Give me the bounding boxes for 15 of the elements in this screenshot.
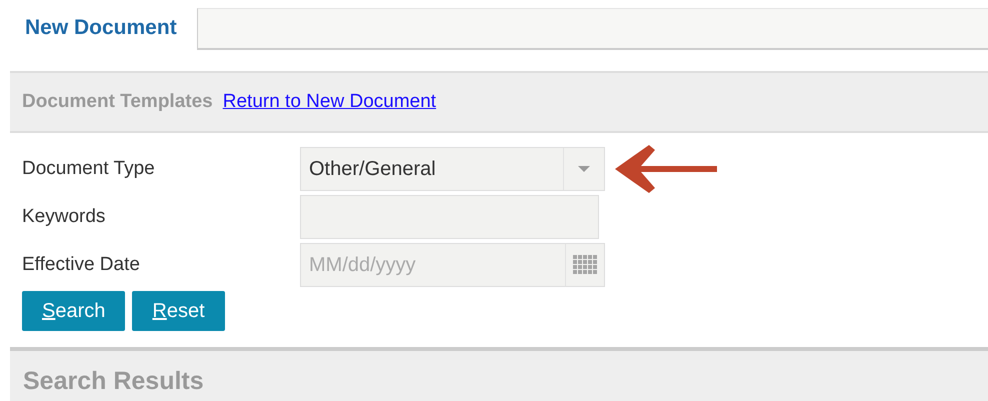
section-title: Document Templates: [22, 91, 213, 113]
return-link[interactable]: Return to New Document: [222, 91, 436, 113]
caret-icon: [578, 166, 590, 172]
search-button[interactable]: Search: [22, 291, 126, 331]
calendar-icon: [573, 255, 597, 275]
document-type-dropdown[interactable]: Other/General: [300, 147, 605, 191]
date-field[interactable]: MM/dd/yyyy: [300, 243, 565, 287]
field-label: Document Type: [22, 158, 156, 180]
field-label: Effective Date: [22, 254, 141, 276]
reset-button[interactable]: Reset: [132, 291, 225, 331]
keywords-field[interactable]: [300, 195, 599, 239]
new-document-tab[interactable]: New Document: [0, 4, 197, 52]
section-title: Search Results: [23, 366, 204, 396]
calendar-button[interactable]: [565, 243, 605, 287]
field-label: Keywords: [22, 206, 106, 228]
